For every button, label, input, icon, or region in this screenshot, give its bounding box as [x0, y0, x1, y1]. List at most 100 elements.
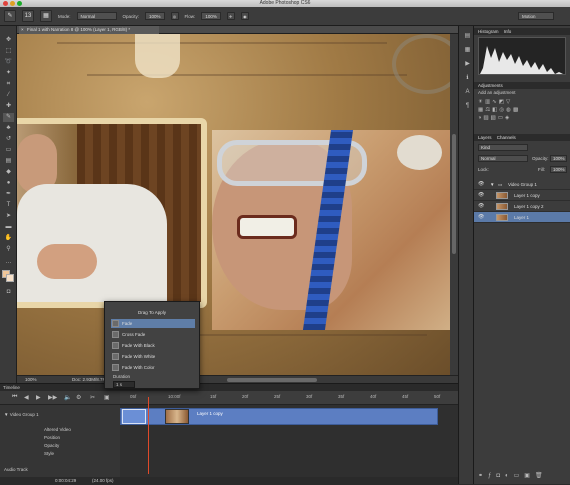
blur-tool-icon[interactable]: ◆	[3, 168, 14, 177]
property-row[interactable]: Opacity	[0, 442, 120, 450]
video-clip[interactable]	[122, 409, 146, 424]
dodge-tool-icon[interactable]: ●	[3, 179, 14, 188]
type-tool-icon[interactable]: T	[3, 201, 14, 210]
scroll-thumb[interactable]	[452, 134, 456, 254]
trash-icon[interactable]: 🗑	[535, 473, 548, 479]
new-layer-icon[interactable]: ▣	[524, 473, 535, 479]
split-at-playhead-icon[interactable]: ✂	[90, 394, 95, 401]
brush-size-picker[interactable]: 13	[22, 10, 34, 22]
play-icon[interactable]: ▶	[36, 394, 41, 401]
layer-opacity-field[interactable]: 100%	[550, 155, 567, 162]
canvas-vertical-scrollbar[interactable]	[450, 34, 458, 375]
property-row[interactable]: Style	[0, 450, 120, 458]
mask-icon[interactable]: ◘	[496, 473, 505, 479]
transition-fade[interactable]: Fade	[111, 319, 195, 328]
path-selection-tool-icon[interactable]: ➤	[3, 212, 14, 221]
canvas-horizontal-scrollbar[interactable]	[227, 378, 317, 382]
minimize-window-button[interactable]	[10, 1, 15, 6]
video-clip-thumbnail[interactable]	[165, 409, 189, 424]
time-ruler[interactable]: 05f 10:00f 15f 20f 25f 30f 35f 40f 45f 5…	[120, 391, 458, 405]
flow-field[interactable]: 100%	[201, 12, 221, 20]
document-canvas[interactable]	[17, 34, 450, 375]
fill-field[interactable]: 100%	[550, 166, 567, 173]
color-lookup-icon[interactable]: ▩	[513, 107, 520, 113]
shape-tool-icon[interactable]: ▬	[3, 223, 14, 232]
audio-mute-icon[interactable]: 🔈	[64, 394, 71, 401]
adjustment-layer-icon[interactable]: ◐	[505, 473, 514, 479]
mode-select[interactable]: Normal	[76, 12, 117, 20]
histogram-tab[interactable]: Histogram	[474, 29, 499, 34]
healing-brush-tool-icon[interactable]: ✚	[3, 102, 14, 111]
pen-tool-icon[interactable]: ✒	[3, 190, 14, 199]
properties-panel-icon[interactable]: ℹ	[462, 74, 473, 83]
info-tab[interactable]: Info	[500, 29, 512, 34]
eraser-tool-icon[interactable]: ▭	[3, 146, 14, 155]
hand-tool-icon[interactable]: ✋	[3, 234, 14, 243]
history-panel-icon[interactable]: ▤	[462, 32, 473, 41]
channels-tab[interactable]: Channels	[493, 135, 516, 140]
pressure-size-icon[interactable]: ◉	[240, 12, 249, 20]
visibility-eye-icon[interactable]: 👁	[478, 190, 484, 201]
actions-panel-icon[interactable]: ▶	[462, 60, 473, 69]
background-color-swatch[interactable]	[6, 274, 14, 282]
curves-icon[interactable]: ∿	[492, 99, 499, 105]
layer-row-group[interactable]: 👁 ▼ ▭ Video Group 1	[474, 179, 570, 190]
history-brush-tool-icon[interactable]: ↺	[3, 135, 14, 144]
next-frame-icon[interactable]: ▶▶	[48, 394, 57, 401]
settings-gear-icon[interactable]: ⚙	[76, 394, 81, 401]
marquee-tool-icon[interactable]: ⬚	[3, 47, 14, 56]
gradient-tool-icon[interactable]: ▤	[3, 157, 14, 166]
exposure-icon[interactable]: ◩	[499, 99, 506, 105]
layer-row[interactable]: 👁 Layer 1 copy 2	[474, 201, 570, 212]
paragraph-panel-icon[interactable]: ¶	[462, 102, 473, 111]
gradient-map-icon[interactable]: ▭	[498, 115, 505, 121]
brush-tool-preset-icon[interactable]: ✎	[4, 10, 16, 22]
transition-icon[interactable]: ▣	[104, 394, 110, 401]
workspace-switcher[interactable]: Motion	[518, 12, 554, 20]
character-panel-icon[interactable]: A	[462, 88, 473, 97]
eyedropper-tool-icon[interactable]: ⁄	[3, 91, 14, 100]
video-group-row[interactable]: ▼ Video Group 1	[0, 411, 120, 419]
expand-group-icon[interactable]: ▼	[490, 179, 494, 190]
lasso-tool-icon[interactable]: ➰	[3, 58, 14, 67]
more-tools-icon[interactable]: …	[3, 258, 14, 267]
layer-row-selected[interactable]: 👁 Layer 1	[474, 212, 570, 223]
swatches-panel-icon[interactable]: ▦	[462, 46, 473, 55]
prev-frame-icon[interactable]: ◀	[24, 394, 29, 401]
opacity-field[interactable]: 100%	[145, 12, 165, 20]
property-row[interactable]: Position	[0, 434, 120, 442]
channel-mixer-icon[interactable]: ◍	[506, 107, 513, 113]
expand-triangle-icon[interactable]: ▼	[4, 412, 8, 417]
crop-tool-icon[interactable]: ⌗	[3, 80, 14, 89]
timeline-title[interactable]: Timeline	[3, 385, 20, 390]
adjustments-tab[interactable]: Adjustments	[474, 83, 503, 88]
audio-track-row[interactable]: Audio Track	[0, 466, 120, 474]
pressure-opacity-icon[interactable]: ◎	[170, 12, 179, 20]
clone-stamp-tool-icon[interactable]: ♣	[3, 124, 14, 133]
layers-tab[interactable]: Layers	[474, 135, 492, 140]
zoom-window-button[interactable]	[17, 1, 22, 6]
quick-select-tool-icon[interactable]: ✦	[3, 69, 14, 78]
visibility-eye-icon[interactable]: 👁	[478, 201, 484, 212]
brush-tool-icon[interactable]: ✎	[3, 113, 14, 122]
posterize-icon[interactable]: ▨	[483, 115, 490, 121]
close-window-button[interactable]	[3, 1, 8, 6]
transition-fade-black[interactable]: Fade With Black	[111, 341, 195, 350]
transition-cross-fade[interactable]: Cross Fade	[111, 330, 195, 339]
link-icon[interactable]: ⚭	[478, 473, 488, 479]
threshold-icon[interactable]: ▧	[491, 115, 498, 121]
quick-mask-icon[interactable]: ◘	[3, 288, 14, 297]
transition-fade-color[interactable]: Fade With Color	[111, 363, 195, 372]
transition-fade-white[interactable]: Fade With White	[111, 352, 195, 361]
new-group-icon[interactable]: ▭	[514, 473, 525, 479]
close-document-icon[interactable]: ×	[21, 26, 24, 34]
blend-mode-select[interactable]: Normal	[478, 155, 528, 162]
document-tab[interactable]: × Final 1 with Narration 8 @ 100% (Layer…	[19, 26, 159, 34]
property-row[interactable]: Altered Video	[0, 426, 120, 434]
brush-panel-toggle-icon[interactable]: ▦	[40, 10, 52, 22]
selective-color-icon[interactable]: ◈	[505, 115, 511, 121]
visibility-eye-icon[interactable]: 👁	[478, 212, 484, 223]
brightness-icon[interactable]: ☀	[478, 99, 485, 105]
airbrush-icon[interactable]: ✈	[226, 12, 235, 20]
move-tool-icon[interactable]: ✥	[3, 36, 14, 45]
